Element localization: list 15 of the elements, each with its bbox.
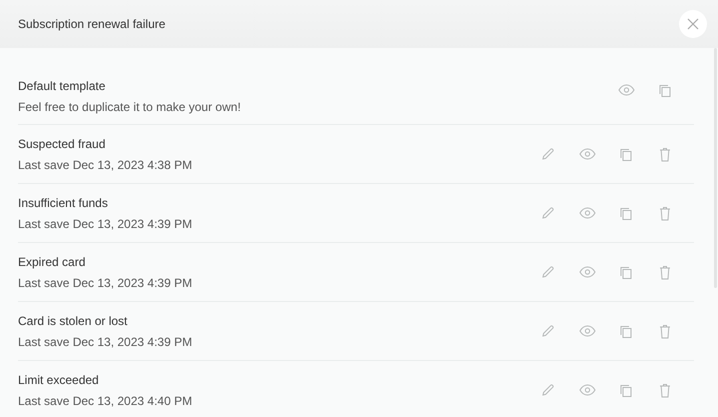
template-detail: Last save Dec 13, 2023 4:39 PM [18,216,194,230]
close-icon[interactable] [687,18,699,30]
close-button[interactable] [679,10,707,38]
template-name: Insufficient funds [18,196,109,210]
template-name: Suspected fraud [18,136,106,150]
template-name: Default template [18,79,106,93]
template-detail: Last save Dec 13, 2023 4:39 PM [18,334,194,348]
template-detail: Last save Dec 13, 2023 4:40 PM [18,394,194,408]
template-detail: Last save Dec 13, 2023 4:38 PM [18,158,194,172]
template-detail: Feel free to duplicate it to make your own! [18,100,242,114]
dialog-title: Subscription renewal failure [18,17,166,31]
template-detail: Last save Dec 13, 2023 4:39 PM [18,276,194,290]
template-name: Limit exceeded [18,372,100,386]
template-name: Card is stolen or lost [18,314,128,328]
template-name: Expired card [18,254,86,268]
